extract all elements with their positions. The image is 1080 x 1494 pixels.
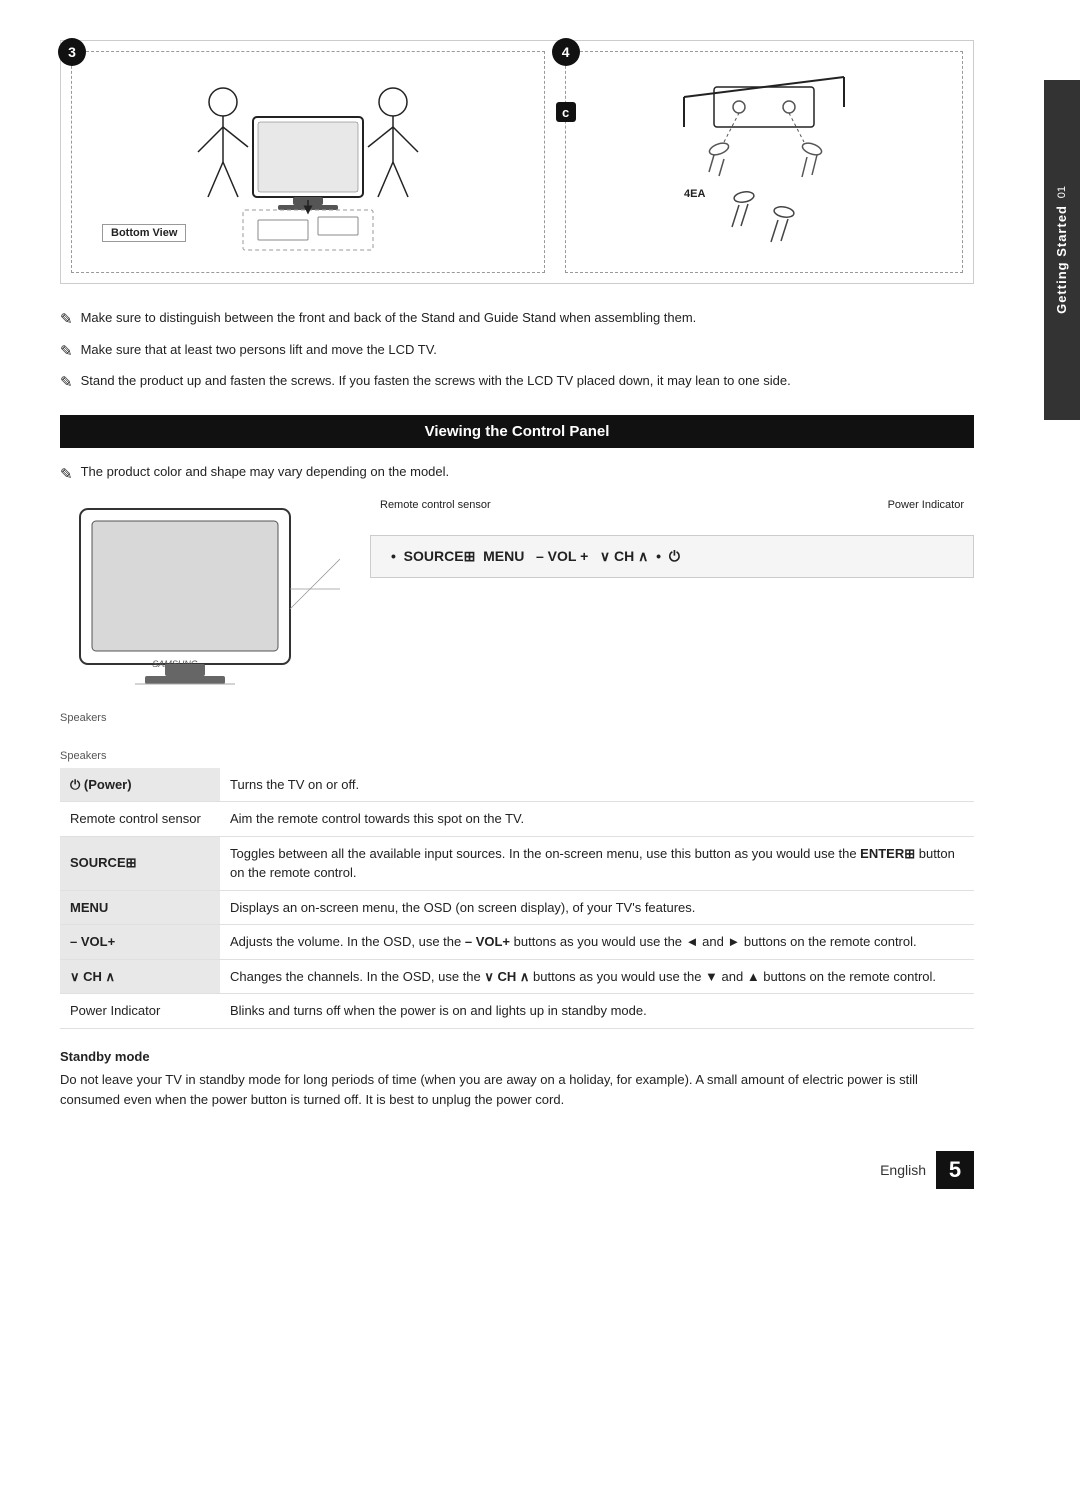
function-label-vol: – VOL+ — [60, 925, 220, 960]
language-label: English — [880, 1162, 926, 1178]
product-note-icon: ✎ — [60, 465, 73, 483]
step4-illustration: 4 c — [565, 51, 963, 273]
table-row: Power Indicator Blinks and turns off whe… — [60, 994, 974, 1029]
section-header: Viewing the Control Panel — [60, 415, 974, 448]
side-tab: 01 Getting Started — [1044, 80, 1080, 420]
page-footer: English 5 — [60, 1141, 974, 1189]
tv-diagram-svg: SAMSUNG — [60, 499, 340, 709]
function-desc-sensor: Aim the remote control towards this spot… — [220, 802, 974, 837]
standby-text: Do not leave your TV in standby mode for… — [60, 1070, 974, 1112]
page-container: 01 Getting Started 3 — [0, 0, 1080, 1494]
step3-illustration: 3 — [71, 51, 545, 273]
bottom-view-label: Bottom View — [102, 224, 186, 242]
control-buttons-bar: • SOURCE⊞ MENU – VOL + ∨ CH ∧ • ⏻ — [370, 535, 974, 578]
table-row: SOURCE⊞ Toggles between all the availabl… — [60, 836, 974, 890]
function-label-menu: MENU — [60, 890, 220, 925]
function-label-source: SOURCE⊞ — [60, 836, 220, 890]
table-row: ⏻ (Power) Turns the TV on or off. — [60, 768, 974, 802]
c-badge: c — [556, 102, 576, 122]
function-desc-source: Toggles between all the available input … — [220, 836, 974, 890]
standby-title: Standby mode — [60, 1049, 974, 1064]
function-desc-ch: Changes the channels. In the OSD, use th… — [220, 959, 974, 994]
table-row: Remote control sensor Aim the remote con… — [60, 802, 974, 837]
note-icon-2: ✎ — [60, 341, 73, 364]
function-label-power: ⏻ (Power) — [60, 768, 220, 802]
function-desc-indicator: Blinks and turns off when the power is o… — [220, 994, 974, 1029]
chapter-number: 01 — [1056, 186, 1068, 198]
tv-diagram-area: SAMSUNG Speakers — [60, 499, 974, 730]
note-icon-1: ✎ — [60, 309, 73, 332]
chapter-title: Getting Started — [1054, 205, 1070, 314]
function-desc-vol: Adjusts the volume. In the OSD, use the … — [220, 925, 974, 960]
controls-bar-text: • SOURCE⊞ MENU – VOL + ∨ CH ∧ • ⏻ — [391, 548, 680, 565]
function-desc-power: Turns the TV on or off. — [220, 768, 974, 802]
step3-badge: 3 — [58, 38, 86, 66]
table-row: – VOL+ Adjusts the volume. In the OSD, u… — [60, 925, 974, 960]
step3-svg — [178, 62, 438, 262]
function-table: ⏻ (Power) Turns the TV on or off. Remote… — [60, 768, 974, 1029]
product-note-text: The product color and shape may vary dep… — [81, 464, 450, 479]
table-row: ∨ CH ∧ Changes the channels. In the OSD,… — [60, 959, 974, 994]
standby-section: Standby mode Do not leave your TV in sta… — [60, 1049, 974, 1112]
diagram-labels: Remote control sensor Power Indicator — [370, 499, 974, 511]
page-number: 5 — [936, 1151, 974, 1189]
function-label-sensor: Remote control sensor — [60, 802, 220, 837]
table-row: MENU Displays an on-screen menu, the OSD… — [60, 890, 974, 925]
note-item-2: ✎ Make sure that at least two persons li… — [60, 340, 974, 364]
function-label-ch: ∨ CH ∧ — [60, 959, 220, 994]
note-item-3: ✎ Stand the product up and fasten the sc… — [60, 371, 974, 395]
speakers-above-table: Speakers — [60, 750, 974, 762]
remote-sensor-label: Remote control sensor — [380, 499, 491, 511]
tv-diagram-right: Remote control sensor Power Indicator • … — [370, 499, 974, 578]
note-icon-3: ✎ — [60, 372, 73, 395]
illustration-area: 3 — [60, 40, 974, 284]
product-note: ✎ The product color and shape may vary d… — [60, 464, 974, 483]
function-label-indicator: Power Indicator — [60, 994, 220, 1029]
tv-diagram-left: SAMSUNG Speakers — [60, 499, 340, 730]
step4-svg: 4EA — [664, 67, 864, 257]
main-content: 3 — [0, 0, 1044, 1494]
notes-section: ✎ Make sure to distinguish between the f… — [60, 308, 974, 395]
step4-badge: 4 — [552, 38, 580, 66]
note-item-1: ✎ Make sure to distinguish between the f… — [60, 308, 974, 332]
note-text-1: Make sure to distinguish between the fro… — [81, 308, 697, 328]
power-indicator-label: Power Indicator — [888, 499, 964, 511]
speakers-label: Speakers — [60, 712, 340, 724]
function-desc-menu: Displays an on-screen menu, the OSD (on … — [220, 890, 974, 925]
control-panel-section: ✎ The product color and shape may vary d… — [60, 464, 974, 1190]
svg-text:4EA: 4EA — [684, 188, 705, 200]
note-text-2: Make sure that at least two persons lift… — [81, 340, 437, 360]
note-text-3: Stand the product up and fasten the scre… — [81, 371, 791, 391]
